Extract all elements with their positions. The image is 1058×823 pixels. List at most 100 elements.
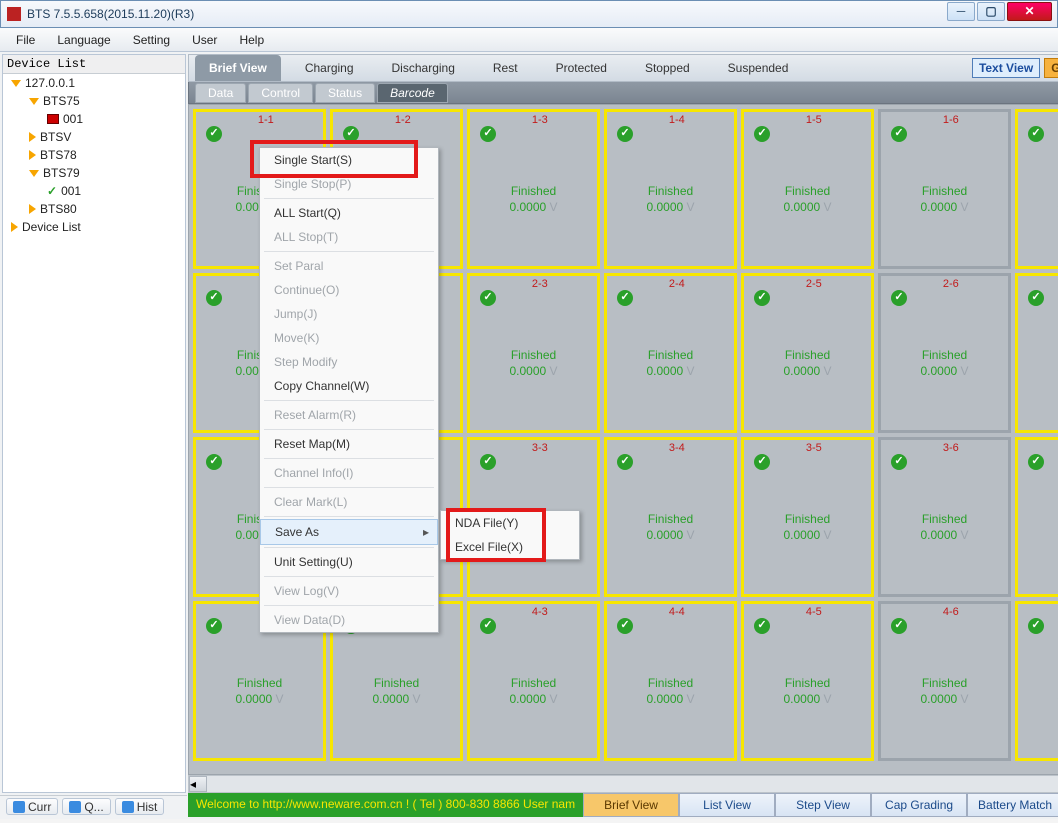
ctx-single-stop: Single Stop(P) xyxy=(260,172,438,196)
channel-cell[interactable]: 4-6✓Finished0.0000 V xyxy=(878,601,1011,761)
tree-bts80[interactable]: BTS80 xyxy=(3,200,185,218)
channel-cell[interactable]: 1-3✓Finished0.0000 V xyxy=(467,109,600,269)
channel-cell[interactable]: 4-4✓Finished0.0000 V xyxy=(604,601,737,761)
ctx-all-start[interactable]: ALL Start(Q) xyxy=(260,201,438,225)
cell-label: 2-6 xyxy=(943,278,959,290)
close-button[interactable]: ✕ xyxy=(1007,2,1052,21)
tab-charging[interactable]: Charging xyxy=(291,57,368,79)
channel-cell[interactable]: 2-5✓Finished0.0000 V xyxy=(741,273,874,433)
channel-cell[interactable]: ✓Finished0.0000 V xyxy=(1015,437,1058,597)
channel-cell[interactable]: 3-6✓Finished0.0000 V xyxy=(878,437,1011,597)
footer-cap-grading[interactable]: Cap Grading xyxy=(871,793,967,817)
check-icon: ✓ xyxy=(617,454,633,470)
cell-status: Finished xyxy=(744,676,871,690)
minimize-button[interactable]: ─ xyxy=(947,2,975,21)
ctx-unit-setting[interactable]: Unit Setting(U) xyxy=(260,550,438,574)
maximize-button[interactable]: ▢ xyxy=(977,2,1005,21)
cell-label: 2-3 xyxy=(532,278,548,290)
channel-cell[interactable]: 1-4✓Finished0.0000 V xyxy=(604,109,737,269)
ctx-single-start[interactable]: Single Start(S) xyxy=(260,148,438,172)
window-title: BTS 7.5.5.658(2015.11.20)(R3) xyxy=(27,7,194,21)
curr-button[interactable]: Curr xyxy=(6,798,58,815)
cell-label: 1-5 xyxy=(806,114,822,126)
cell-label: 4-6 xyxy=(943,606,959,618)
tree-devicelist[interactable]: Device List xyxy=(3,218,185,236)
channel-cell[interactable]: 2-6✓Finished0.0000 V xyxy=(878,273,1011,433)
graph-view-button[interactable]: Graph View xyxy=(1044,58,1058,78)
cell-label: 1-2 xyxy=(395,114,411,126)
cell-status: Finished xyxy=(607,184,734,198)
tab-control[interactable]: Control xyxy=(248,83,313,103)
tab-barcode[interactable]: Barcode xyxy=(377,83,448,103)
footer-list-view[interactable]: List View xyxy=(679,793,775,817)
check-icon: ✓ xyxy=(206,618,222,634)
ctx-view-data: View Data(D) xyxy=(260,608,438,632)
channel-cell[interactable]: 2-4✓Finished0.0000 V xyxy=(604,273,737,433)
channel-cell[interactable]: 3-4✓Finished0.0000 V xyxy=(604,437,737,597)
channel-cell[interactable]: 4-5✓Finished0.0000 V xyxy=(741,601,874,761)
check-icon: ✓ xyxy=(754,454,770,470)
q-button[interactable]: Q... xyxy=(62,798,110,815)
tab-suspended[interactable]: Suspended xyxy=(714,57,803,79)
channel-cell[interactable]: ✓Finished0.0000 V xyxy=(1015,273,1058,433)
cell-label: 4-5 xyxy=(806,606,822,618)
menu-user[interactable]: User xyxy=(182,31,227,49)
cell-status: Finished xyxy=(744,184,871,198)
ctx-all-stop: ALL Stop(T) xyxy=(260,225,438,249)
menu-setting[interactable]: Setting xyxy=(123,31,180,49)
cell-value: 0.0000 V xyxy=(881,692,1008,706)
ctx-continue: Continue(O) xyxy=(260,278,438,302)
cell-value: 0.0000 V xyxy=(470,692,597,706)
ctx-set-paral: Set Paral xyxy=(260,254,438,278)
tab-stopped[interactable]: Stopped xyxy=(631,57,704,79)
footer-battery-match[interactable]: Battery Match xyxy=(967,793,1058,817)
tree-bts79-001[interactable]: ✓001 xyxy=(3,182,185,200)
context-menu: Single Start(S) Single Stop(P) ALL Start… xyxy=(259,147,439,633)
cell-label: 4-3 xyxy=(532,606,548,618)
cell-status: Finished xyxy=(1018,184,1058,198)
footer-step-view[interactable]: Step View xyxy=(775,793,871,817)
submenu-nda-file[interactable]: NDA File(Y) xyxy=(441,511,579,535)
check-icon: ✓ xyxy=(343,126,359,142)
menu-language[interactable]: Language xyxy=(47,31,120,49)
scrollbar-left-button[interactable]: ◂ xyxy=(189,776,207,792)
channel-cell[interactable]: 1-5✓Finished0.0000 V xyxy=(741,109,874,269)
ctx-view-log: View Log(V) xyxy=(260,579,438,603)
hist-button[interactable]: Hist xyxy=(115,798,165,815)
tab-status[interactable]: Status xyxy=(315,83,375,103)
channel-cell[interactable]: ✓Finished0.0000 V xyxy=(1015,109,1058,269)
menu-file[interactable]: File xyxy=(6,31,45,49)
tab-data[interactable]: Data xyxy=(195,83,246,103)
channel-cell[interactable]: 3-5✓Finished0.0000 V xyxy=(741,437,874,597)
tree-bts75[interactable]: BTS75 xyxy=(3,92,185,110)
tree-bts79[interactable]: BTS79 xyxy=(3,164,185,182)
tab-rest[interactable]: Rest xyxy=(479,57,532,79)
menu-help[interactable]: Help xyxy=(229,31,274,49)
tree-btsv[interactable]: BTSV xyxy=(3,128,185,146)
check-icon: ✓ xyxy=(206,126,222,142)
tab-discharging[interactable]: Discharging xyxy=(378,57,469,79)
tab-brief-view[interactable]: Brief View xyxy=(195,55,281,81)
tree-root[interactable]: 127.0.0.1 xyxy=(3,74,185,92)
cell-status: Finished xyxy=(881,184,1008,198)
channel-cell[interactable]: 4-3✓Finished0.0000 V xyxy=(467,601,600,761)
check-icon: ✓ xyxy=(754,290,770,306)
footer-bar: Welcome to http://www.neware.com.cn ! ( … xyxy=(188,793,1058,817)
text-view-button[interactable]: Text View xyxy=(972,58,1040,78)
check-icon: ✓ xyxy=(1028,290,1044,306)
tree-bts78[interactable]: BTS78 xyxy=(3,146,185,164)
channel-cell[interactable]: 1-6✓Finished0.0000 V xyxy=(878,109,1011,269)
ctx-copy-channel[interactable]: Copy Channel(W) xyxy=(260,374,438,398)
cell-label: 3-6 xyxy=(943,442,959,454)
channel-cell[interactable]: 2-3✓Finished0.0000 V xyxy=(467,273,600,433)
tree-bts75-001[interactable]: 001 xyxy=(3,110,185,128)
cell-status: Finished xyxy=(881,676,1008,690)
sidebar-footer-buttons: Curr Q... Hist xyxy=(0,795,187,819)
footer-brief-view[interactable]: Brief View xyxy=(583,793,679,817)
ctx-save-as[interactable]: Save As xyxy=(260,519,438,545)
channel-cell[interactable]: ✓Finished0.0000 V xyxy=(1015,601,1058,761)
ctx-reset-map[interactable]: Reset Map(M) xyxy=(260,432,438,456)
horizontal-scrollbar[interactable]: ◂ xyxy=(188,775,1058,793)
submenu-excel-file[interactable]: Excel File(X) xyxy=(441,535,579,559)
tab-protected[interactable]: Protected xyxy=(542,57,621,79)
